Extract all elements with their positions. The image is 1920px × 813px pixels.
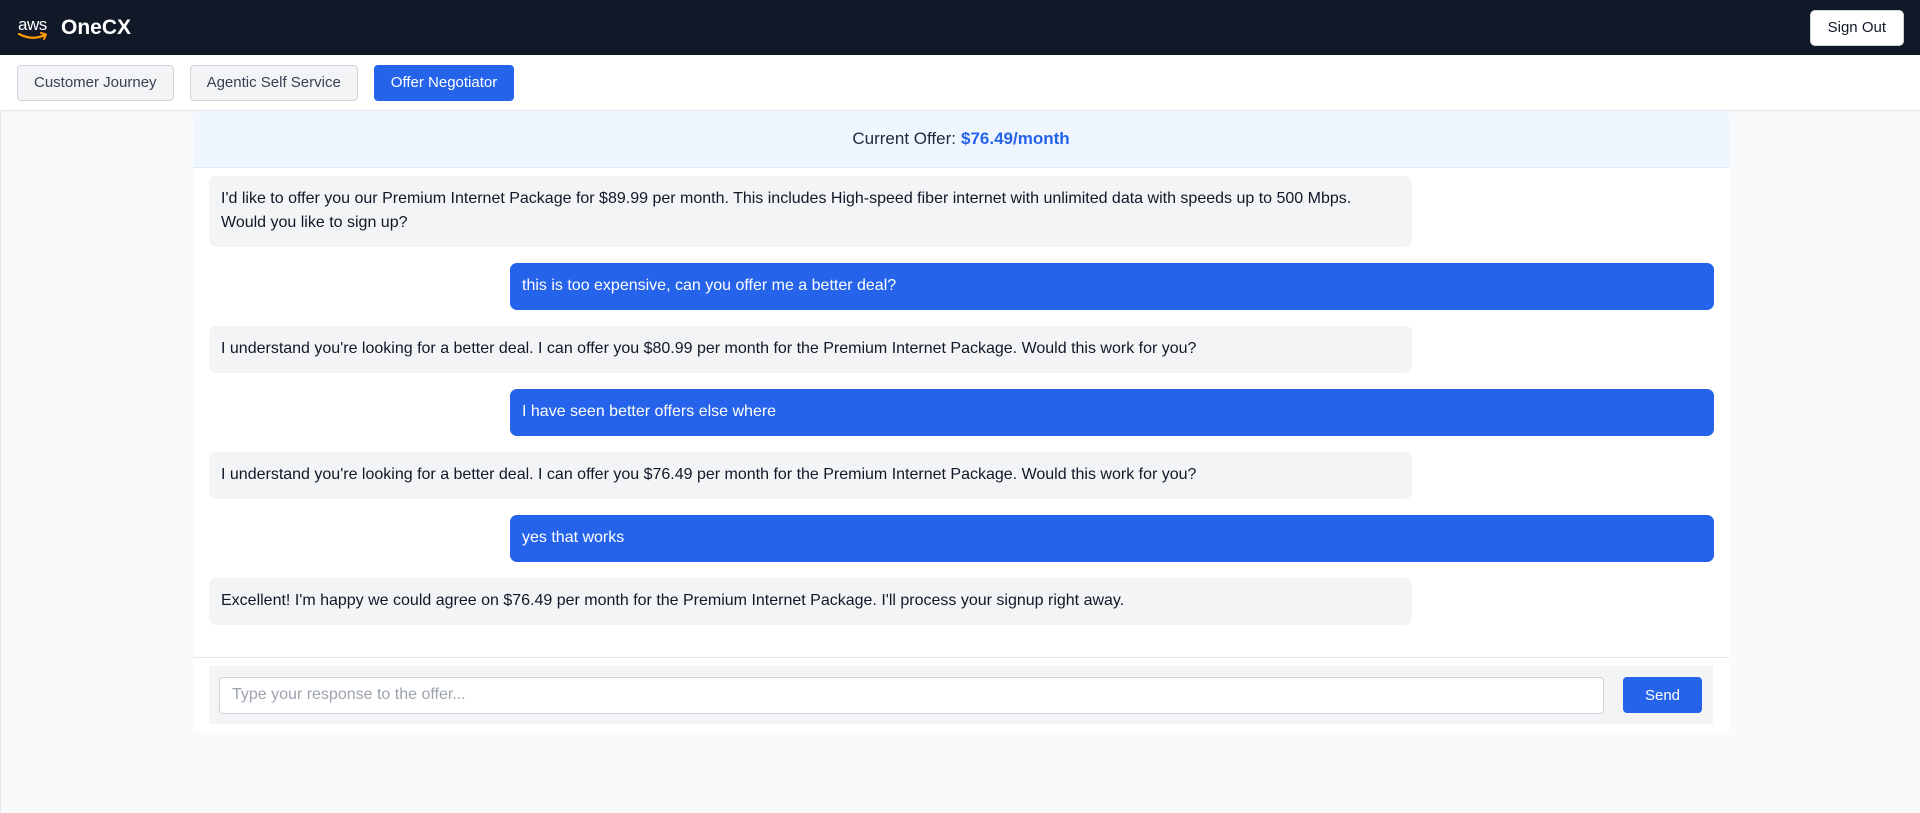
user-message: yes that works [510, 515, 1714, 562]
current-offer-label: Current Offer: [852, 129, 956, 148]
user-message: this is too expensive, can you offer me … [510, 263, 1714, 310]
message-composer: Send [209, 666, 1713, 724]
current-offer-bar: Current Offer: $76.49/month [193, 111, 1729, 168]
app-title: OneCX [61, 15, 132, 39]
brand: aws OneCX [17, 15, 131, 41]
response-input[interactable] [219, 676, 1604, 714]
bot-message: Excellent! I'm happy we could agree on $… [209, 578, 1412, 625]
tab-offer-negotiator[interactable]: Offer Negotiator [373, 64, 515, 101]
aws-logo: aws [17, 15, 51, 41]
chat-messages: I'd like to offer you our Premium Intern… [193, 168, 1729, 658]
aws-smile-icon [17, 31, 47, 40]
bot-message: I understand you're looking for a better… [209, 452, 1412, 499]
tab-bar: Customer Journey Agentic Self Service Of… [0, 55, 1920, 111]
top-navbar: aws OneCX Sign Out [0, 0, 1920, 55]
bot-message: I'd like to offer you our Premium Intern… [209, 176, 1412, 247]
current-offer-value: $76.49/month [960, 129, 1070, 148]
sign-out-button[interactable]: Sign Out [1809, 9, 1904, 46]
negotiator-panel: Current Offer: $76.49/month I'd like to … [193, 111, 1729, 732]
send-button[interactable]: Send [1623, 677, 1702, 713]
tab-customer-journey[interactable]: Customer Journey [17, 64, 174, 101]
bot-message: I understand you're looking for a better… [209, 326, 1412, 373]
left-divider [0, 111, 1, 813]
tab-agentic-self-service[interactable]: Agentic Self Service [189, 64, 358, 101]
user-message: I have seen better offers else where [510, 389, 1714, 436]
